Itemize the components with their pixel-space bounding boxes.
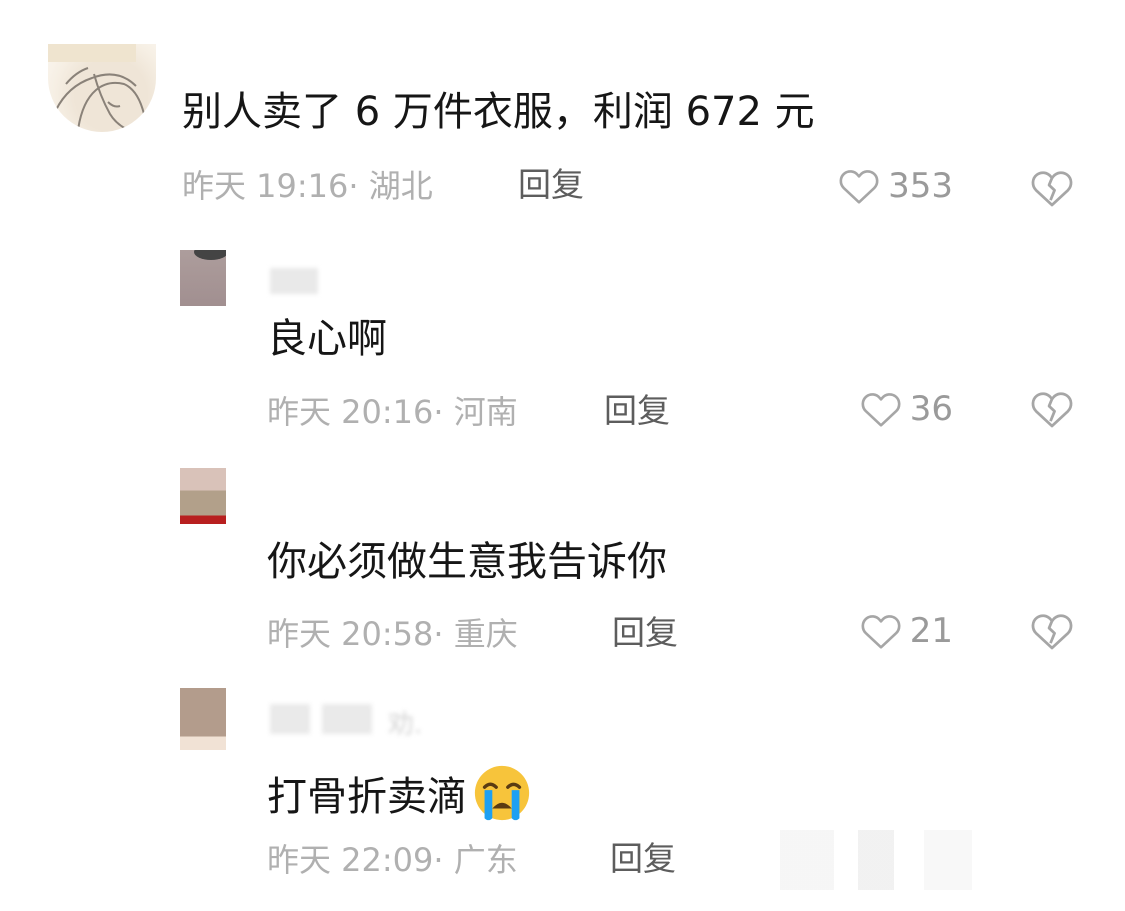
broken-heart-icon[interactable]: [1030, 166, 1074, 210]
like-count: 21: [909, 611, 953, 651]
comment-location: · 湖北: [348, 167, 433, 205]
username-fragment: 劝.: [388, 710, 423, 740]
comment-thread: 别人卖了 6 万件衣服，利润 672 元 昨天 19:16· 湖北 回复 353…: [0, 0, 1125, 911]
sketch-portrait-icon: [55, 67, 145, 131]
comment-text: 别人卖了 6 万件衣服，利润 672 元: [182, 89, 815, 135]
comment-location: · 河南: [433, 393, 518, 431]
comment-meta: 昨天 19:16· 湖北: [182, 166, 433, 206]
comment-text-body: 打骨折卖滴: [267, 774, 467, 820]
comment-text: 打骨折卖滴: [267, 762, 533, 824]
like-count: 353: [888, 166, 953, 206]
replier-avatar[interactable]: [180, 688, 226, 750]
comment-location: · 重庆: [433, 615, 518, 653]
comment-location: · 广东: [433, 841, 518, 879]
reply-button[interactable]: 回复: [604, 391, 670, 431]
like-button[interactable]: 353: [838, 164, 953, 208]
reply-button[interactable]: 回复: [610, 839, 676, 879]
comment-time: 昨天 19:16: [182, 167, 349, 205]
comment-meta: 昨天 20:16· 河南: [267, 392, 518, 432]
comment-meta: 昨天 22:09· 广东: [267, 840, 518, 880]
reply-button[interactable]: 回复: [612, 613, 678, 653]
commenter-avatar[interactable]: [48, 44, 156, 132]
like-count: 36: [909, 389, 953, 429]
reply-button[interactable]: 回复: [518, 165, 584, 205]
comment-time: 昨天 20:16: [267, 393, 434, 431]
blurred-username: [270, 268, 318, 294]
heart-outline-icon: [861, 615, 901, 649]
comment-time: 昨天 22:09: [267, 841, 434, 879]
broken-heart-icon[interactable]: [1030, 609, 1074, 653]
replier-avatar[interactable]: [180, 250, 226, 306]
crying-face-emoji-icon: [474, 765, 530, 821]
obscured-action-area: [780, 830, 1080, 890]
broken-heart-icon[interactable]: [1030, 387, 1074, 431]
comment-meta: 昨天 20:58· 重庆: [267, 614, 518, 654]
like-button[interactable]: 36: [860, 387, 953, 431]
comment-time: 昨天 20:58: [267, 615, 434, 653]
comment-text: 你必须做生意我告诉你: [267, 539, 667, 585]
like-button[interactable]: 21: [860, 609, 953, 653]
heart-outline-icon: [861, 393, 901, 427]
comment-text: 良心啊: [267, 316, 387, 362]
replier-avatar[interactable]: [180, 468, 226, 524]
blurred-username: 劝.: [270, 704, 430, 744]
heart-outline-icon: [839, 170, 879, 204]
